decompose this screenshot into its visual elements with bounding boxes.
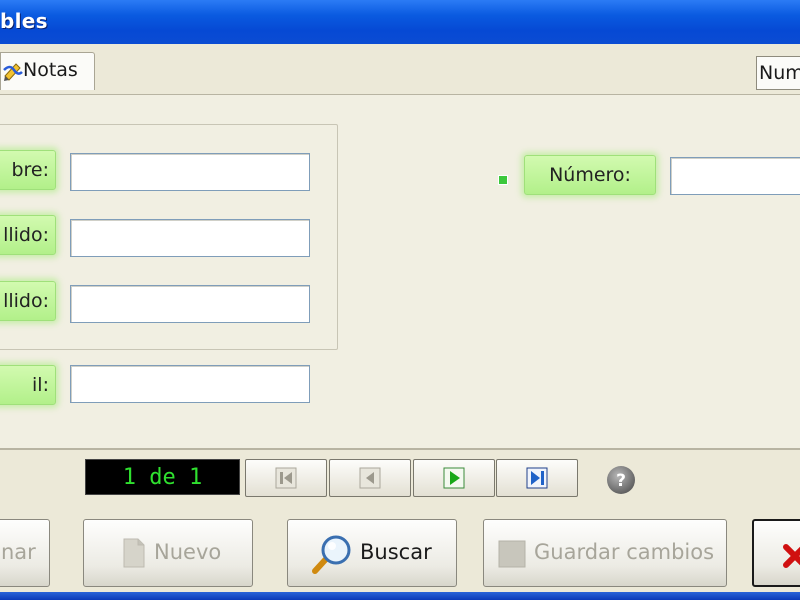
first-record-button[interactable] <box>245 459 327 497</box>
new-button[interactable]: Nuevo <box>83 519 253 587</box>
next-record-icon <box>443 467 465 489</box>
save-icon <box>498 540 526 568</box>
window-body: Notas Num bre: llido: llido: il: Número:… <box>0 44 800 592</box>
previous-record-icon <box>359 467 381 489</box>
delete-button-label: nar <box>1 540 36 564</box>
last-record-button[interactable] <box>496 459 578 497</box>
required-marker <box>498 175 508 185</box>
window-bottom-border <box>0 592 800 600</box>
search-button[interactable]: Buscar <box>287 519 457 587</box>
magnifier-icon <box>312 535 351 574</box>
save-changes-button[interactable]: Guardar cambios <box>483 519 727 587</box>
nombre-label: bre: <box>0 150 56 190</box>
primer-apellido-field[interactable] <box>70 219 310 257</box>
civil-field[interactable] <box>70 365 310 403</box>
notes-icon <box>3 63 23 81</box>
last-record-icon <box>526 467 548 489</box>
form-panel: bre: llido: llido: il: Número: <box>0 94 800 450</box>
numero-label: Número: <box>524 155 656 195</box>
delete-button[interactable]: nar <box>0 519 50 587</box>
new-button-label: Nuevo <box>154 540 222 564</box>
record-counter: 1 de 1 <box>85 459 240 495</box>
nombre-field[interactable] <box>70 153 310 191</box>
tab-numero[interactable]: Num <box>756 56 800 90</box>
next-record-button[interactable] <box>413 459 495 497</box>
svg-text:?: ? <box>616 471 626 491</box>
tab-numero-label: Num <box>759 62 800 84</box>
segundo-apellido-label: llido: <box>0 281 56 321</box>
help-icon[interactable]: ? <box>605 464 637 496</box>
segundo-apellido-field[interactable] <box>70 285 310 323</box>
close-button[interactable] <box>752 519 800 587</box>
new-document-icon <box>123 538 145 568</box>
primer-apellido-label: llido: <box>0 215 56 255</box>
close-icon <box>783 544 800 568</box>
title-bar[interactable]: bles <box>0 0 800 44</box>
numero-field[interactable] <box>670 157 800 195</box>
civil-label: il: <box>0 365 56 405</box>
search-button-label: Buscar <box>360 540 432 564</box>
tab-notas[interactable]: Notas <box>0 52 95 90</box>
previous-record-button[interactable] <box>329 459 411 497</box>
first-record-icon <box>275 467 297 489</box>
save-changes-button-label: Guardar cambios <box>534 540 715 564</box>
tab-notas-label: Notas <box>23 59 78 81</box>
window-title: bles <box>0 9 48 33</box>
